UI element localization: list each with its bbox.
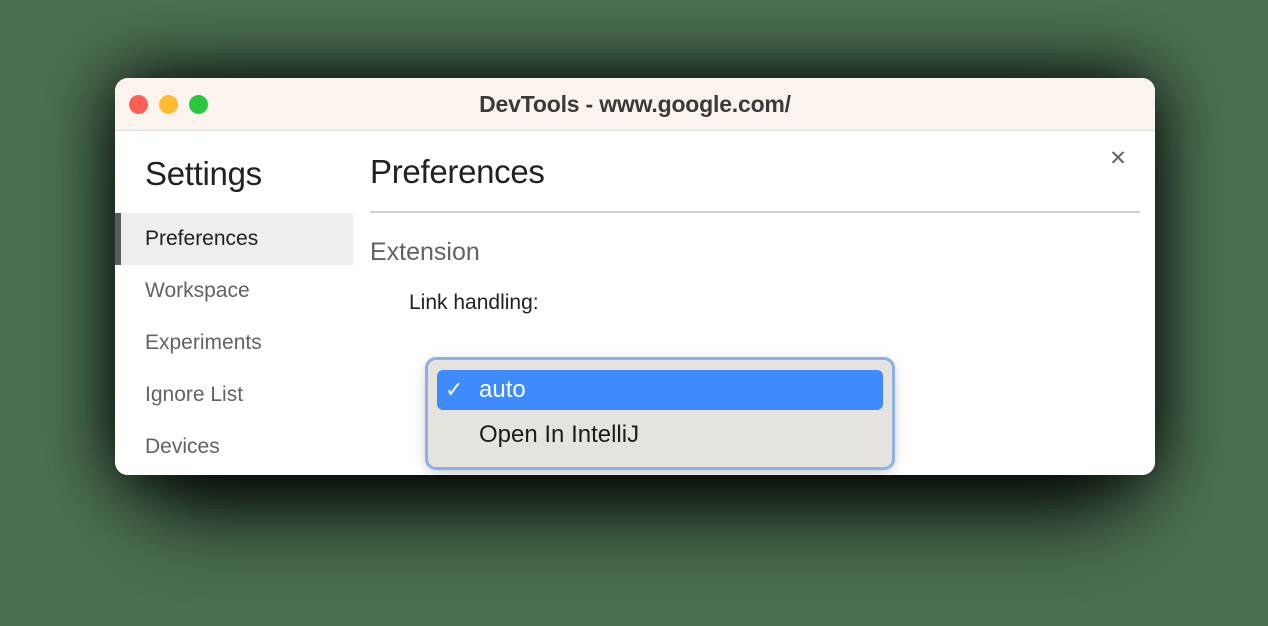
sidebar-item-label: Workspace: [145, 279, 250, 302]
traffic-light-group: [129, 78, 208, 130]
sidebar-item-devices[interactable]: Devices: [115, 421, 353, 473]
sidebar-item-label: Experiments: [145, 331, 262, 354]
desktop-background: DevTools - www.google.com/ ✕ Settings Pr…: [0, 0, 1268, 626]
dropdown-option-label: auto: [479, 376, 526, 403]
sidebar-item-workspace[interactable]: Workspace: [115, 265, 353, 317]
page-title: Preferences: [370, 153, 545, 190]
minimize-window-button[interactable]: [159, 94, 178, 114]
window-titlebar: DevTools - www.google.com/: [115, 78, 1155, 131]
sidebar-item-label: Ignore List: [145, 383, 244, 406]
dropdown-option-open-in-intellij[interactable]: Open In IntelliJ: [437, 415, 883, 455]
checkmark-icon: ✓: [445, 377, 464, 402]
sidebar-item-label: Preferences: [145, 227, 259, 250]
dropdown-option-auto[interactable]: ✓ auto: [437, 370, 883, 410]
settings-sidebar: Settings Preferences Workspace Experimen…: [115, 131, 353, 475]
link-handling-field: Link handling:: [370, 291, 1140, 315]
sidebar-item-experiments[interactable]: Experiments: [115, 317, 353, 369]
window-title: DevTools - www.google.com/: [479, 90, 791, 117]
link-handling-dropdown-menu[interactable]: ✓ auto Open In IntelliJ: [428, 360, 892, 467]
sidebar-title: Settings: [145, 155, 262, 192]
title-divider: [370, 211, 1140, 213]
sidebar-item-preferences[interactable]: Preferences: [115, 213, 353, 265]
dropdown-option-label: Open In IntelliJ: [479, 421, 640, 448]
maximize-window-button[interactable]: [189, 94, 208, 114]
link-handling-label: Link handling:: [409, 291, 539, 314]
sidebar-item-label: Devices: [145, 435, 220, 458]
section-title-extension: Extension: [370, 238, 480, 266]
close-window-button[interactable]: [129, 94, 148, 114]
sidebar-item-ignore-list[interactable]: Ignore List: [115, 369, 353, 421]
